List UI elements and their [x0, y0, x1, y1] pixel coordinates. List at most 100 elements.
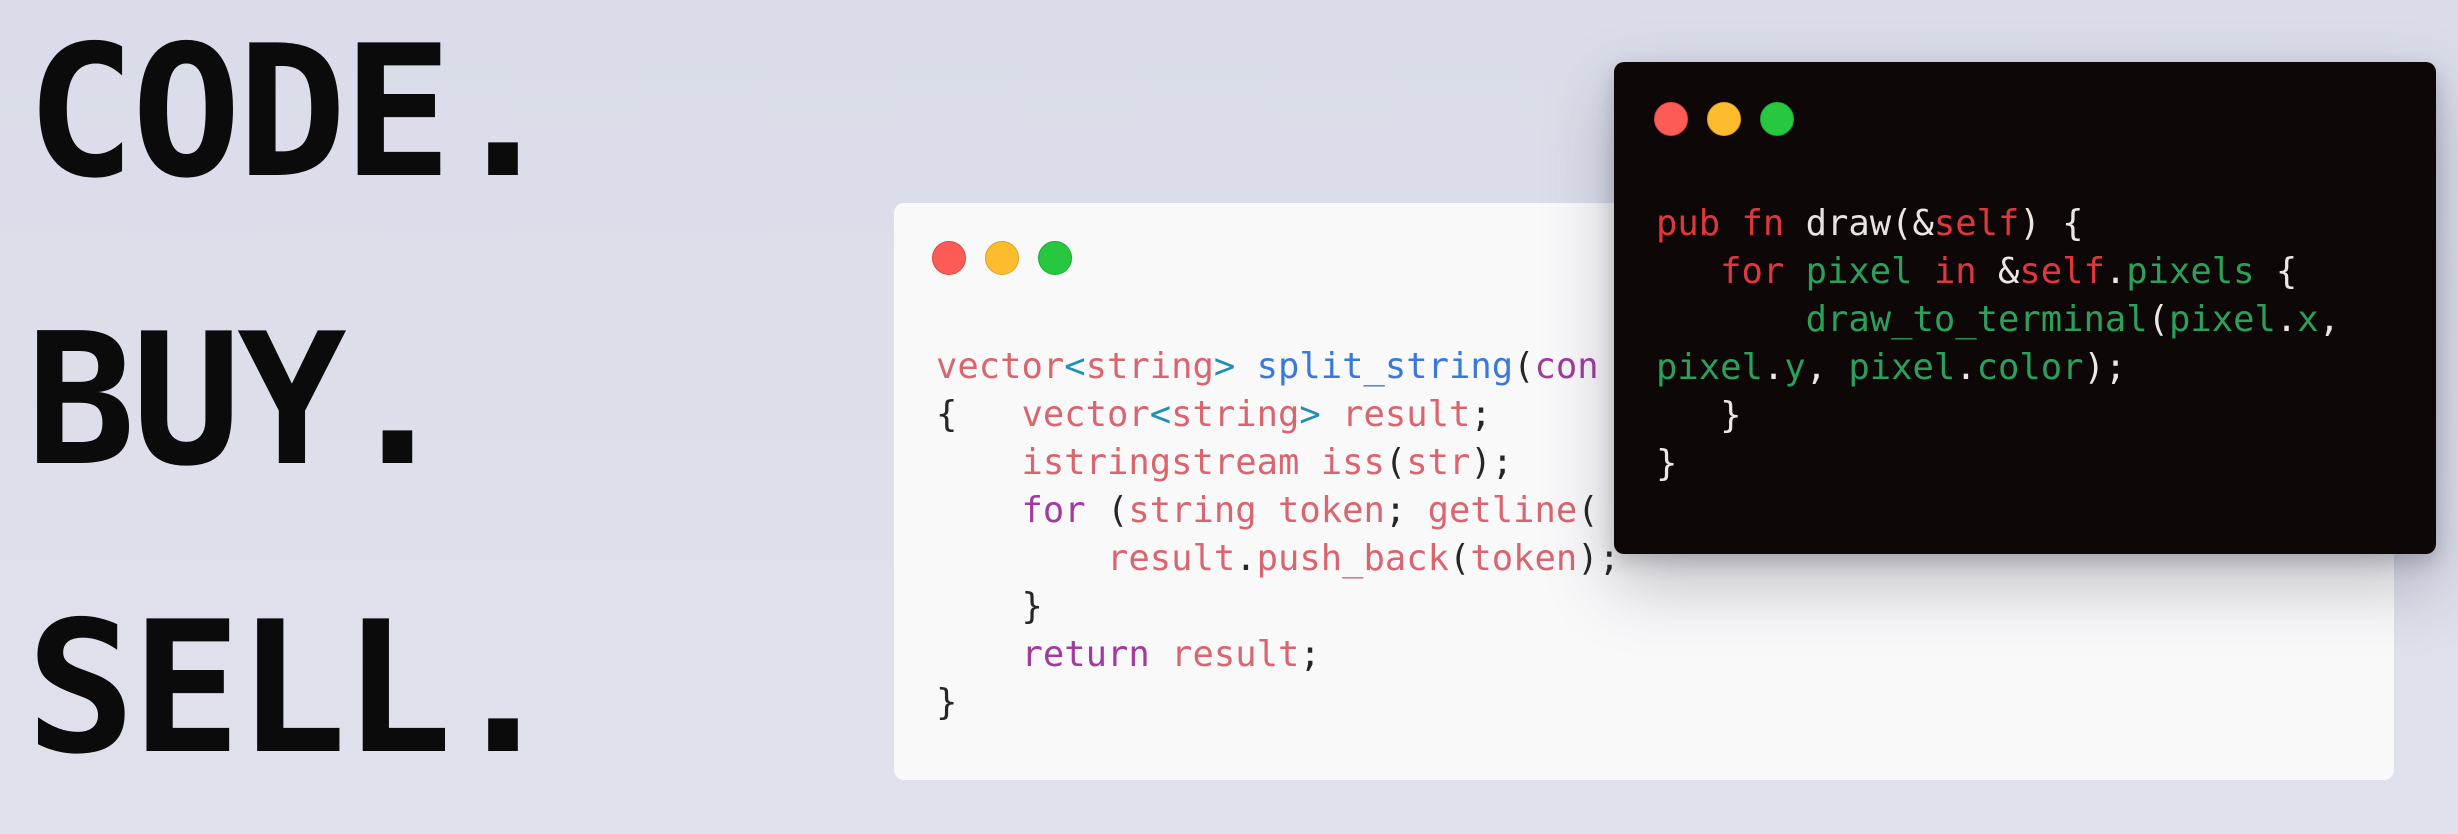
code-token: for	[1720, 251, 1785, 292]
code-token: iss	[1320, 442, 1385, 483]
code-token: .	[2104, 251, 2127, 292]
code-token: self	[1933, 203, 2020, 244]
headline: CODE. BUY. SELL.	[26, 6, 558, 832]
code-line: pub fn draw(&self) {	[1656, 203, 2084, 244]
code-token: (	[1085, 490, 1129, 531]
code-token: {	[936, 394, 1022, 435]
code-token: ) {	[2019, 203, 2084, 244]
code-line: }	[1656, 395, 1742, 436]
code-token: {	[2254, 251, 2298, 292]
code-token: token	[1470, 538, 1578, 579]
code-line: vector<string> split_string(con	[936, 346, 1599, 387]
code-token: }	[1656, 443, 1678, 484]
rust-code-snippet: pub fn draw(&self) { for pixel in &self.…	[1656, 200, 2340, 488]
code-token: &	[1976, 251, 2020, 292]
code-token: (	[1448, 538, 1471, 579]
code-token: con	[1534, 346, 1599, 387]
headline-sell: SELL.	[26, 582, 558, 794]
code-line: pixel.y, pixel.color);	[1656, 347, 2126, 388]
code-line: }	[936, 586, 1043, 627]
code-token: result	[1106, 538, 1236, 579]
cpp-code-snippet: vector<string> split_string(con { vector…	[936, 343, 1620, 727]
code-token: );	[1470, 442, 1514, 483]
code-line: }	[1656, 443, 1677, 484]
code-token: .	[1762, 347, 1785, 388]
code-line: return result;	[936, 634, 1321, 675]
code-token: push_back	[1256, 538, 1449, 579]
code-token: pixels	[2126, 251, 2255, 292]
code-token: string	[1085, 346, 1214, 387]
code-token: ;	[1384, 490, 1428, 531]
code-token: ,	[1805, 347, 1849, 388]
code-token: <	[1149, 394, 1172, 435]
code-token: .	[1955, 347, 1977, 388]
code-token: result	[1342, 394, 1471, 435]
maximize-dot-icon	[1038, 241, 1072, 275]
code-token: in	[1933, 251, 1977, 292]
headline-code: CODE.	[26, 6, 558, 218]
code-token: y	[1784, 347, 1806, 388]
window-controls	[1654, 102, 1794, 136]
code-token: draw_to_terminal	[1805, 299, 2148, 340]
code-token: istringstream	[1021, 442, 1300, 483]
code-token: vector	[936, 346, 1065, 387]
rust-code-window: pub fn draw(&self) { for pixel in &self.…	[1614, 62, 2436, 554]
window-controls	[932, 241, 1072, 275]
code-token: pub	[1656, 203, 1721, 244]
code-line: draw_to_terminal(pixel.x,	[1656, 299, 2340, 340]
code-token: (&	[1891, 203, 1934, 244]
code-token: self	[2019, 251, 2105, 292]
code-token: pixel	[1805, 251, 1913, 292]
close-dot-icon	[932, 241, 966, 275]
code-token: >	[1299, 394, 1321, 435]
code-token: draw	[1805, 203, 1892, 244]
code-token: fn	[1741, 203, 1785, 244]
minimize-dot-icon	[1707, 102, 1741, 136]
code-token: pixel	[2168, 299, 2276, 340]
code-token: (	[1513, 346, 1535, 387]
code-token: return	[1021, 634, 1150, 675]
code-token: str	[1406, 442, 1471, 483]
code-token: >	[1213, 346, 1236, 387]
code-line: for pixel in &self.pixels {	[1656, 251, 2297, 292]
code-token: ;	[1470, 394, 1492, 435]
code-token: pixel	[1848, 347, 1956, 388]
minimize-dot-icon	[985, 241, 1019, 275]
code-token: vector	[1021, 394, 1150, 435]
code-token: (	[1384, 442, 1407, 483]
maximize-dot-icon	[1760, 102, 1794, 136]
code-token: (	[2147, 299, 2169, 340]
code-token: for	[1021, 490, 1086, 531]
code-token: );	[2083, 347, 2127, 388]
code-token: }	[1656, 395, 1742, 436]
code-token: string	[1128, 490, 1257, 531]
code-line: result.push_back(token);	[936, 538, 1620, 579]
code-token: ,	[2318, 299, 2340, 340]
code-token: token	[1278, 490, 1385, 531]
code-token: ;	[1299, 634, 1321, 675]
code-token: split_string	[1256, 346, 1514, 387]
code-token: pixel	[1656, 347, 1763, 388]
code-line: }	[936, 682, 957, 723]
code-token: (	[1577, 490, 1599, 531]
code-token: .	[1235, 538, 1257, 579]
code-token: }	[936, 586, 1043, 627]
code-token: }	[936, 682, 958, 723]
code-line: istringstream iss(str);	[936, 442, 1514, 483]
code-token: getline	[1427, 490, 1578, 531]
code-token: x	[2297, 299, 2319, 340]
